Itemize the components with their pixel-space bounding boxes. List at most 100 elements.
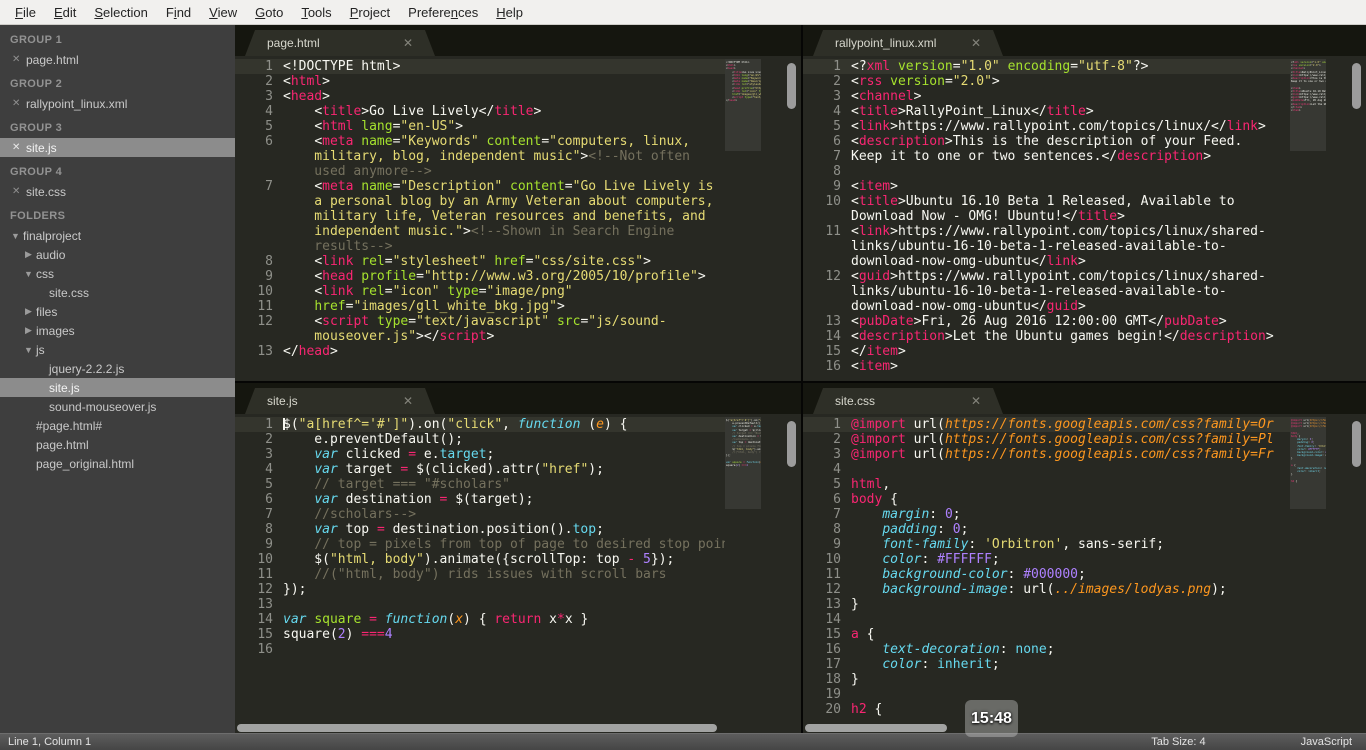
code-line[interactable]: 5<link>https://www.rallypoint.com/topics… (803, 119, 1290, 134)
code-line[interactable]: 2<rss version="2.0"> (803, 74, 1290, 89)
close-icon[interactable]: ✕ (12, 98, 26, 109)
code-line[interactable]: 11<link>https://www.rallypoint.com/topic… (803, 224, 1290, 269)
code-line[interactable]: 4 <title>Go Live Lively</title> (235, 104, 725, 119)
tab-page-html[interactable]: page.html ✕ (245, 30, 435, 56)
close-icon[interactable]: ✕ (403, 36, 413, 50)
chevron-right-icon[interactable]: ▶ (21, 325, 36, 336)
tab-site-js[interactable]: site.js ✕ (245, 388, 435, 414)
code-line[interactable]: 10<title>Ubuntu 16.10 Beta 1 Released, A… (803, 194, 1290, 224)
menu-view[interactable]: View (200, 5, 246, 20)
code-line[interactable]: 14 (803, 612, 1290, 627)
code-line[interactable]: 9 <head profile="http://www.w3.org/2005/… (235, 269, 725, 284)
code-line[interactable]: 13 (235, 597, 725, 612)
minimap-viewport[interactable] (725, 59, 761, 151)
sidebar-open-file-page.html[interactable]: ✕page.html (0, 50, 235, 69)
code-line[interactable]: 11 href="images/gll_white_bkg.jpg"> (235, 299, 725, 314)
close-icon[interactable]: ✕ (12, 142, 26, 153)
sidebar-open-file-site.css[interactable]: ✕site.css (0, 182, 235, 201)
code-line[interactable]: 3 var clicked = e.target; (235, 447, 725, 462)
code-line[interactable]: 6body { (803, 492, 1290, 507)
code-line[interactable]: 2<html> (235, 74, 725, 89)
code-line[interactable]: 5 <html lang="en-US"> (235, 119, 725, 134)
menu-find[interactable]: Find (157, 5, 200, 20)
code-line[interactable]: 7Keep it to one or two sentences.</descr… (803, 149, 1290, 164)
code-line[interactable]: 3<channel> (803, 89, 1290, 104)
close-icon[interactable]: ✕ (971, 36, 981, 50)
code-editor[interactable]: 1<?xml version="1.0" encoding="utf-8"?>2… (803, 59, 1290, 381)
code-line[interactable]: 1@import url(https://fonts.googleapis.co… (803, 417, 1290, 432)
tree-item--page.html-[interactable]: #page.html# (0, 416, 235, 435)
menu-goto[interactable]: Goto (246, 5, 292, 20)
code-line[interactable]: 17 color: inherit; (803, 657, 1290, 672)
code-line[interactable]: 3@import url(https://fonts.googleapis.co… (803, 447, 1290, 462)
code-line[interactable]: 9 font-family: 'Orbitron', sans-serif; (803, 537, 1290, 552)
code-line[interactable]: 12 <script type="text/javascript" src="j… (235, 314, 725, 344)
menu-help[interactable]: Help (487, 5, 532, 20)
code-line[interactable]: 5html, (803, 477, 1290, 492)
code-line[interactable]: 12 background-image: url(../images/lodya… (803, 582, 1290, 597)
code-editor[interactable]: 1<!DOCTYPE html>2<html>3<head>4 <title>G… (235, 59, 725, 381)
code-line[interactable]: 13</head> (235, 344, 725, 359)
code-line[interactable]: 16 (235, 642, 725, 657)
code-line[interactable]: 12}); (235, 582, 725, 597)
code-line[interactable]: 18} (803, 672, 1290, 687)
code-line[interactable]: 15square(2) ===4 (235, 627, 725, 642)
menu-preferences[interactable]: Preferences (399, 5, 487, 20)
minimap[interactable]: @import url(https://fonts.googleapis.com… (1290, 417, 1326, 723)
menu-tools[interactable]: Tools (292, 5, 340, 20)
code-line[interactable]: 5 // target === "#scholars" (235, 477, 725, 492)
tree-item-site.js[interactable]: site.js (0, 378, 235, 397)
code-line[interactable]: 1<!DOCTYPE html> (235, 59, 725, 74)
tree-item-images[interactable]: ▶images (0, 321, 235, 340)
code-line[interactable]: 3<head> (235, 89, 725, 104)
code-line[interactable]: 9<item> (803, 179, 1290, 194)
code-line[interactable]: 15</item> (803, 344, 1290, 359)
code-line[interactable]: 1$("a[href^='#']").on("click", function … (235, 417, 725, 432)
code-line[interactable]: 14var square = function(x) { return x*x … (235, 612, 725, 627)
code-line[interactable]: 10 color: #FFFFFF; (803, 552, 1290, 567)
sidebar-open-file-site.js[interactable]: ✕site.js (0, 138, 235, 157)
tree-item-sound-mouseover.js[interactable]: sound-mouseover.js (0, 397, 235, 416)
code-line[interactable]: 8 padding: 0; (803, 522, 1290, 537)
code-line[interactable]: 7 //scholars--> (235, 507, 725, 522)
menu-file[interactable]: File (6, 5, 45, 20)
tree-item-audio[interactable]: ▶audio (0, 245, 235, 264)
minimap[interactable]: $("a[href^='#']").on("click", function (… (725, 417, 761, 723)
tree-item-js[interactable]: ▼js (0, 340, 235, 359)
code-line[interactable]: 16<item> (803, 359, 1290, 374)
chevron-right-icon[interactable]: ▶ (21, 306, 36, 317)
code-line[interactable]: 2@import url(https://fonts.googleapis.co… (803, 432, 1290, 447)
horizontal-scrollbar[interactable] (803, 723, 1366, 733)
chevron-down-icon[interactable]: ▼ (8, 231, 23, 241)
menu-selection[interactable]: Selection (85, 5, 156, 20)
code-line[interactable]: 14<description>Let the Ubuntu games begi… (803, 329, 1290, 344)
code-line[interactable]: 16 text-decoration: none; (803, 642, 1290, 657)
minimap-viewport[interactable] (1290, 59, 1326, 151)
menu-project[interactable]: Project (341, 5, 399, 20)
code-line[interactable]: 4 (803, 462, 1290, 477)
code-line[interactable]: 2 e.preventDefault(); (235, 432, 725, 447)
vertical-scrollbar[interactable] (761, 417, 801, 723)
vertical-scrollbar[interactable] (1326, 417, 1366, 723)
tab-rallypoint-linux-xml[interactable]: rallypoint_linux.xml ✕ (813, 30, 1003, 56)
code-line[interactable]: 13} (803, 597, 1290, 612)
minimap-viewport[interactable] (1290, 417, 1326, 509)
horizontal-scrollbar[interactable] (235, 723, 801, 733)
code-editor[interactable]: 1$("a[href^='#']").on("click", function … (235, 417, 725, 723)
code-line[interactable]: 9 // top = pixels from top of page to de… (235, 537, 725, 552)
minimap[interactable]: <?xml version="1.0" encoding="utf-8"?><r… (1290, 59, 1326, 381)
code-line[interactable]: 13<pubDate>Fri, 26 Aug 2016 12:00:00 GMT… (803, 314, 1290, 329)
syntax-indicator[interactable]: JavaScript (1301, 736, 1352, 748)
code-line[interactable]: 6 <meta name="Keywords" content="compute… (235, 134, 725, 179)
close-icon[interactable]: ✕ (12, 54, 26, 65)
close-icon[interactable]: ✕ (971, 394, 981, 408)
minimap[interactable]: <!DOCTYPE html><html><head> <title>Go Li… (725, 59, 761, 381)
code-line[interactable]: 8 <link rel="stylesheet" href="css/site.… (235, 254, 725, 269)
chevron-right-icon[interactable]: ▶ (21, 249, 36, 260)
tree-item-css[interactable]: ▼css (0, 264, 235, 283)
code-line[interactable]: 19 (803, 687, 1290, 702)
code-line[interactable]: 8 var top = destination.position().top; (235, 522, 725, 537)
code-editor[interactable]: 1@import url(https://fonts.googleapis.co… (803, 417, 1290, 723)
code-line[interactable]: 10 $("html, body").animate({scrollTop: t… (235, 552, 725, 567)
code-line[interactable]: 20h2 { (803, 702, 1290, 717)
